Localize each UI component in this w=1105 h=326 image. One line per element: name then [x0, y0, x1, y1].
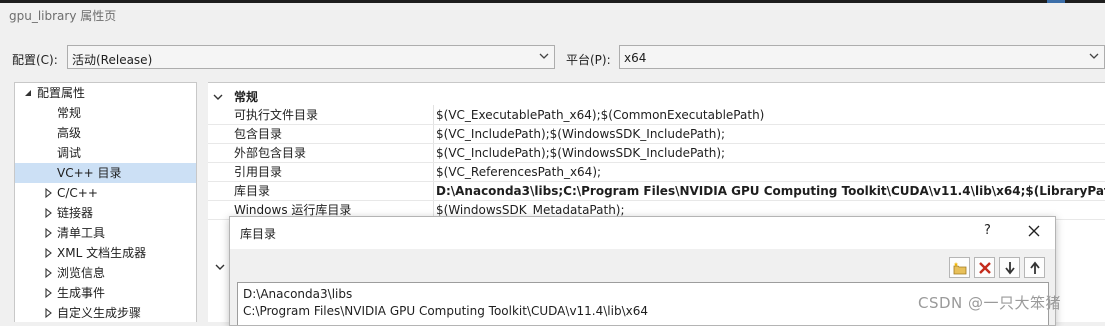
- collapsed-triangle-icon[interactable]: [43, 203, 53, 223]
- config-select[interactable]: 活动(Release): [67, 45, 555, 69]
- tree-item-config-properties[interactable]: 配置属性: [15, 83, 196, 103]
- tree-item-label: 链接器: [57, 206, 94, 220]
- delete-button[interactable]: [974, 257, 995, 278]
- grid-row-key: 外部包含目录: [234, 146, 307, 160]
- move-down-icon: [1005, 262, 1015, 275]
- tree-item-label: 清单工具: [57, 226, 106, 240]
- window-top-bar: [0, 0, 1105, 3]
- grid-row-key: 库目录: [234, 184, 271, 198]
- platform-value: x64: [624, 51, 647, 65]
- delete-icon: [979, 262, 991, 274]
- platform-select[interactable]: x64: [619, 45, 1105, 69]
- watermark: CSDN @一只大笨猪: [918, 294, 1062, 312]
- tree-item-vc-directories[interactable]: VC++ 目录: [15, 163, 196, 183]
- tree-item-label: 调试: [57, 146, 82, 160]
- grid-row-key: 包含目录: [234, 127, 283, 141]
- grid-row[interactable]: 外部包含目录 $(VC_IncludePath);$(WindowsSDK_In…: [208, 144, 1105, 163]
- grid-row-value: $(VC_IncludePath);$(WindowsSDK_IncludePa…: [436, 146, 726, 160]
- tree-item-label: 常规: [57, 106, 82, 120]
- config-label: 配置(C):: [12, 53, 58, 67]
- dialog-title: 库目录: [240, 227, 277, 241]
- chevron-down-icon: [539, 53, 549, 59]
- top-accent: [1047, 0, 1065, 3]
- collapsed-triangle-icon[interactable]: [43, 263, 53, 283]
- grid-row-value: $(VC_IncludePath);$(WindowsSDK_IncludePa…: [436, 127, 726, 141]
- tree-item-linker[interactable]: 链接器: [15, 203, 196, 223]
- chevron-down-icon[interactable]: [214, 261, 226, 273]
- grid-row-key: 引用目录: [234, 165, 283, 179]
- chevron-down-icon: [1089, 53, 1099, 59]
- move-up-icon: [1030, 261, 1040, 274]
- expanded-triangle-icon[interactable]: [23, 83, 33, 103]
- tree-item-xml-doc-generator[interactable]: XML 文档生成器: [15, 243, 196, 263]
- grid-row[interactable]: 引用目录 $(VC_ReferencesPath_x64);: [208, 163, 1105, 182]
- chevron-down-icon[interactable]: [212, 91, 224, 103]
- collapsed-triangle-icon[interactable]: [43, 243, 53, 263]
- tree-item-build-events[interactable]: 生成事件: [15, 283, 196, 303]
- move-up-button[interactable]: [1024, 257, 1045, 278]
- tree-item-browse-info[interactable]: 浏览信息: [15, 263, 196, 283]
- config-value: 活动(Release): [72, 53, 153, 67]
- collapsed-triangle-icon[interactable]: [43, 303, 53, 322]
- tree-item-cpp[interactable]: C/C++: [15, 183, 196, 203]
- tree-item-custom-build-step[interactable]: 自定义生成步骤: [15, 303, 196, 322]
- help-button[interactable]: ?: [984, 223, 991, 238]
- tree-item-debugging[interactable]: 调试: [15, 143, 196, 163]
- grid-row-value: $(VC_ExecutablePath_x64);$(CommonExecuta…: [436, 108, 765, 122]
- tree-item-label: 配置属性: [37, 86, 86, 100]
- tree-item-general[interactable]: 常规: [15, 103, 196, 123]
- list-item[interactable]: D:\Anaconda3\libs: [243, 287, 352, 301]
- section-title: 常规: [234, 90, 259, 104]
- tree-item-label: 浏览信息: [57, 266, 106, 280]
- close-icon[interactable]: [1025, 222, 1043, 240]
- window-title: gpu_library 属性页: [9, 9, 117, 23]
- collapsed-triangle-icon[interactable]: [43, 223, 53, 243]
- grid-row-library-directories[interactable]: 库目录 D:\Anaconda3\libs;C:\Program Files\N…: [208, 182, 1105, 201]
- tree-item-manifest-tool[interactable]: 清单工具: [15, 223, 196, 243]
- collapsed-triangle-icon[interactable]: [43, 183, 53, 203]
- move-down-button[interactable]: [999, 257, 1020, 278]
- collapsed-triangle-icon[interactable]: [43, 283, 53, 303]
- grid-row-value: $(VC_ReferencesPath_x64);: [436, 165, 602, 179]
- new-line-button[interactable]: [949, 257, 970, 278]
- list-item[interactable]: C:\Program Files\NVIDIA GPU Computing To…: [243, 304, 648, 318]
- grid-row[interactable]: 可执行文件目录 $(VC_ExecutablePath_x64);$(Commo…: [208, 106, 1105, 125]
- grid-row-value: D:\Anaconda3\libs;C:\Program Files\NVIDI…: [436, 184, 1105, 198]
- tree-item-advanced[interactable]: 高级: [15, 123, 196, 143]
- platform-label: 平台(P):: [566, 53, 611, 67]
- tree-item-label: XML 文档生成器: [57, 246, 147, 260]
- grid-row-key: 可执行文件目录: [234, 108, 319, 122]
- grid-row[interactable]: 包含目录 $(VC_IncludePath);$(WindowsSDK_Incl…: [208, 125, 1105, 144]
- tree-item-label: C/C++: [57, 186, 98, 200]
- new-line-icon: [953, 262, 967, 275]
- tree-item-label: 自定义生成步骤: [57, 306, 142, 320]
- property-tree: 配置属性 常规 高级 调试 VC++ 目录 C/C++ 链接器 清单工具 XML…: [14, 82, 197, 322]
- tree-item-label: 高级: [57, 126, 82, 140]
- tree-item-label: VC++ 目录: [57, 166, 122, 180]
- tree-item-label: 生成事件: [57, 286, 106, 300]
